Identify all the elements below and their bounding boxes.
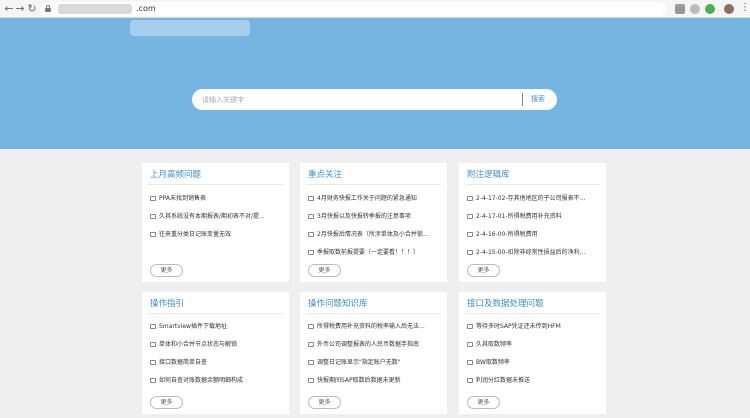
folder-icon	[467, 378, 473, 383]
search-bar: 搜索	[192, 89, 557, 110]
folder-icon	[308, 214, 314, 219]
list-item[interactable]: 利润分红数据未推送	[467, 375, 600, 386]
card-interface-data: 接口及数据处理问题 等待多时SAP凭证还未传到HFM 久其取数频率 BW取数频率…	[459, 292, 606, 414]
search-input[interactable]	[202, 92, 502, 107]
card-title: 附注逻辑库	[467, 170, 510, 180]
list-item[interactable]: 久其系统没有本期报表/期初表不对/提...	[150, 211, 283, 222]
folder-icon	[308, 342, 314, 347]
list-item[interactable]: Smartview插件下载地址	[150, 321, 283, 332]
more-button[interactable]: 更多	[467, 264, 500, 277]
hero-banner: 搜索	[0, 18, 750, 149]
card-title: 上月高频问题	[150, 170, 202, 180]
list-item[interactable]: 快报期间SAP取数后数据未更新	[308, 375, 441, 386]
more-button[interactable]: 更多	[308, 396, 341, 409]
folder-icon	[150, 196, 156, 201]
list-item[interactable]: 2-4-15-00-扣除非经常性损益后的净利...	[467, 247, 600, 258]
folder-icon	[308, 324, 314, 329]
list-item[interactable]: 所得税费用补充资料的税率输入后无法...	[308, 321, 441, 332]
list-item[interactable]: 2-4-17-01-所得税费用补充资料	[467, 211, 600, 222]
folder-icon	[150, 232, 156, 237]
card-title: 接口及数据处理问题	[467, 299, 544, 309]
address-bar[interactable]: .com	[40, 2, 666, 16]
url-text: .com	[136, 4, 156, 13]
more-button[interactable]: 更多	[150, 396, 183, 409]
folder-icon	[467, 324, 473, 329]
folder-icon	[467, 360, 473, 365]
divider	[148, 184, 283, 185]
list-item[interactable]: 往来重分类日记账变量无效	[150, 229, 283, 240]
list-item[interactable]: BW取数频率	[467, 357, 600, 368]
more-menu-icon[interactable]: ⋮	[740, 1, 750, 15]
divider	[306, 313, 441, 314]
folder-icon	[467, 232, 473, 237]
profile-avatar[interactable]	[724, 4, 734, 14]
logo-redacted	[130, 20, 250, 36]
list-item[interactable]: 外币公司调整报表的人民币数据手指南	[308, 339, 441, 350]
list-item[interactable]: 单体和小合并节点状态与解锁	[150, 339, 283, 350]
list-item[interactable]: 等待多时SAP凭证还未传到HFM	[467, 321, 600, 332]
extension-icon[interactable]	[705, 4, 715, 14]
url-redacted	[58, 4, 132, 14]
folder-icon	[308, 232, 314, 237]
search-divider	[522, 93, 523, 106]
reload-icon[interactable]: ↻	[25, 2, 39, 16]
list-item[interactable]: 如何自查对账数据余额明细构成	[150, 375, 283, 386]
folder-icon	[308, 196, 314, 201]
folder-icon	[150, 342, 156, 347]
divider	[306, 184, 441, 185]
more-button[interactable]: 更多	[467, 396, 500, 409]
list-item[interactable]: 调整日记账显示"指定账户无数"	[308, 357, 441, 368]
list-item[interactable]: 2-4-16-00-所得税费用	[467, 229, 600, 240]
card-key-focus: 重点关注 4月财务快报工作关于问题的紧急通知 3月快报以及快报转季报的注意事项 …	[300, 163, 447, 282]
divider	[465, 184, 600, 185]
browser-toolbar: ← → ↻ .com ⋮	[0, 0, 750, 18]
card-title: 重点关注	[308, 170, 343, 180]
list-item[interactable]: 3月快报以及快报转季报的注意事项	[308, 211, 441, 222]
folder-icon	[150, 214, 156, 219]
lock-icon	[45, 5, 51, 12]
card-title: 操作问题知识库	[308, 299, 368, 309]
folder-icon	[308, 360, 314, 365]
list-item[interactable]: PPA未找到销售表	[150, 193, 283, 204]
divider	[465, 313, 600, 314]
list-item[interactable]: 久其取数频率	[467, 339, 600, 350]
folder-icon	[467, 214, 473, 219]
more-button[interactable]: 更多	[150, 264, 183, 277]
extension-icon[interactable]	[675, 4, 685, 14]
folder-icon	[467, 196, 473, 201]
extension-icon[interactable]	[690, 4, 700, 14]
folder-icon	[467, 342, 473, 347]
folder-icon	[150, 360, 156, 365]
search-button[interactable]: 搜索	[531, 92, 545, 107]
folder-icon	[308, 378, 314, 383]
card-title: 操作指引	[150, 299, 185, 309]
folder-icon	[467, 250, 473, 255]
card-notes-logic: 附注逻辑库 2-4-17-02-存其他地区的子公司报表不... 2-4-17-0…	[459, 163, 606, 282]
list-item[interactable]: 2-4-17-02-存其他地区的子公司报表不...	[467, 193, 600, 204]
more-button[interactable]: 更多	[308, 264, 341, 277]
card-operation-guide: 操作指引 Smartview插件下载地址 单体和小合并节点状态与解锁 接口数据简…	[142, 292, 289, 414]
card-operation-kb: 操作问题知识库 所得税费用补充资料的税率输入后无法... 外币公司调整报表的人民…	[300, 292, 447, 414]
list-item[interactable]: 2月快报后情况表（所涉单体及小合并锁...	[308, 229, 441, 240]
list-item[interactable]: 4月财务快报工作关于问题的紧急通知	[308, 193, 441, 204]
folder-icon	[150, 324, 156, 329]
divider	[148, 313, 283, 314]
folder-icon	[308, 250, 314, 255]
card-monthly-faq: 上月高频问题 PPA未找到销售表 久其系统没有本期报表/期初表不对/提... 往…	[142, 163, 289, 282]
list-item[interactable]: 接口数据简单自查	[150, 357, 283, 368]
list-item[interactable]: 季报取数前报提要（一定要看！！！）	[308, 247, 441, 258]
folder-icon	[150, 378, 156, 383]
